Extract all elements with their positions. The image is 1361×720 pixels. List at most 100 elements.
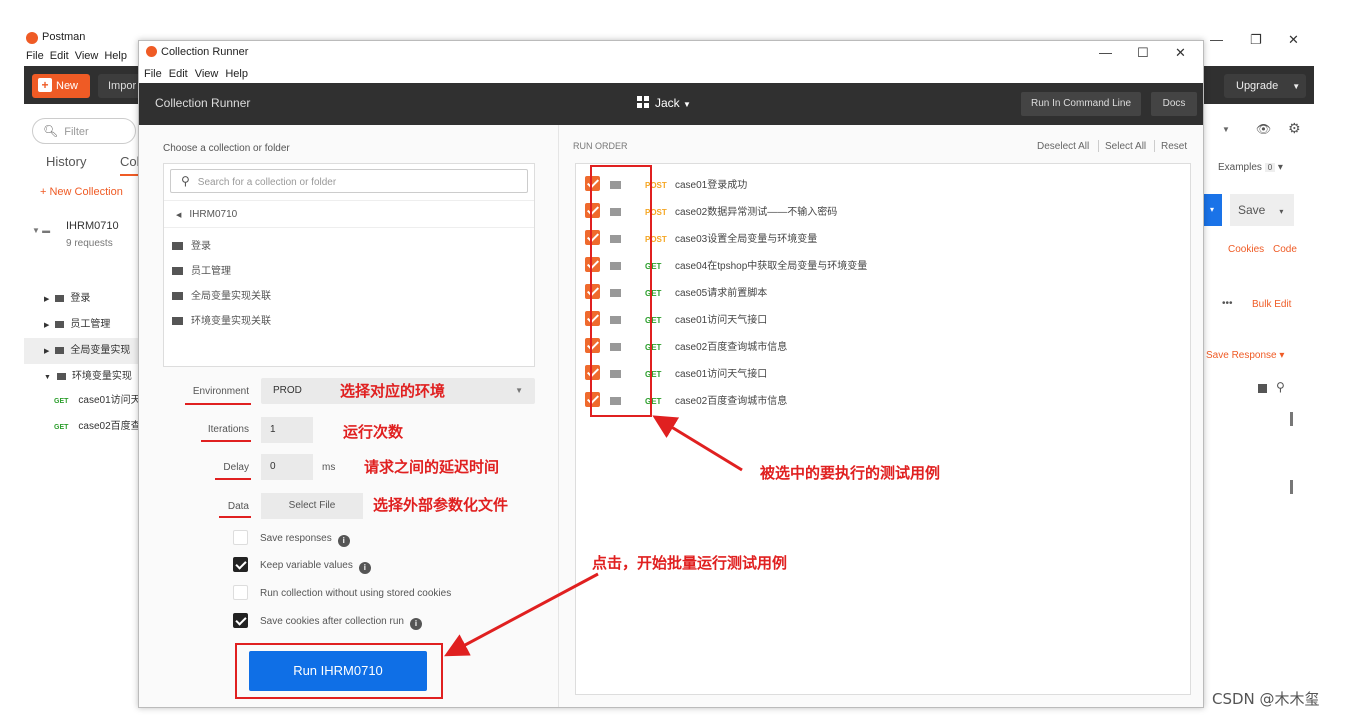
picker-folder-item[interactable]: 环境变量实现关联 xyxy=(172,312,271,327)
runner-menu-bar: File Edit View Help xyxy=(144,68,255,80)
picker-folder-item[interactable]: 员工管理 xyxy=(172,262,231,277)
collection-search-input[interactable]: ⚲ Search for a collection or folder xyxy=(170,169,528,193)
tab-collections[interactable]: Col xyxy=(120,154,140,169)
sidebar-request-row[interactable]: GET case02百度查 xyxy=(24,414,142,440)
select-all-button[interactable]: Select All xyxy=(1105,141,1146,152)
minimize-icon[interactable]: — xyxy=(1210,32,1223,47)
save-label: Save xyxy=(1238,203,1266,217)
collapse-icon[interactable]: ▼ ▬ xyxy=(32,226,50,235)
method-badge: GET xyxy=(54,424,69,431)
menu-help[interactable]: Help xyxy=(104,50,127,62)
watermark: CSDN @木木玺 xyxy=(1212,690,1320,708)
sidebar-request-row[interactable]: GET case01访问天 xyxy=(24,388,142,414)
search-icon: 🔍︎ xyxy=(43,124,59,138)
sidebar-folder-row[interactable]: ▼ 环境变量实现 xyxy=(24,364,142,390)
environment-label: Environment xyxy=(192,386,249,397)
sidebar-folder-row[interactable]: ▶ 员工管理 xyxy=(24,312,142,338)
iterations-label: Iterations xyxy=(207,424,249,435)
copy-icon[interactable] xyxy=(1258,384,1267,393)
more-icon[interactable]: ••• xyxy=(1222,298,1233,309)
divider xyxy=(1098,140,1099,152)
runner-window-title: Collection Runner xyxy=(161,46,249,58)
close-icon[interactable]: ✕ xyxy=(1288,32,1299,48)
annotation-environment: 选择对应的环境 xyxy=(340,382,446,400)
close-icon[interactable]: ✕ xyxy=(1175,45,1186,61)
select-file-button[interactable]: Select File xyxy=(261,493,363,519)
keep-variable-values-checkbox[interactable] xyxy=(233,557,248,572)
minimize-icon[interactable]: — xyxy=(1099,45,1112,60)
breadcrumb-label: IHRM0710 xyxy=(189,209,238,220)
info-icon[interactable]: i xyxy=(337,535,350,547)
sidebar-folder-row[interactable]: ▶ 全局变量实现 xyxy=(24,338,142,364)
chevron-down-icon: ▼ xyxy=(515,386,523,395)
filter-input[interactable]: 🔍︎ Filter xyxy=(32,118,136,144)
folder-label: 全局变量实现关联 xyxy=(191,291,271,302)
save-cookies-checkbox[interactable] xyxy=(233,613,248,628)
picker-folder-item[interactable]: 全局变量实现关联 xyxy=(172,287,271,302)
bulk-edit-link[interactable]: Bulk Edit xyxy=(1252,299,1291,310)
eye-icon[interactable]: 👁︎ xyxy=(1256,122,1271,136)
delay-input[interactable]: 0 xyxy=(261,454,313,480)
run-in-command-line-button[interactable]: Run In Command Line xyxy=(1021,92,1141,116)
annotation-run: 点击，开始批量运行测试用例 xyxy=(592,554,788,572)
new-collection-button[interactable]: + New Collection xyxy=(40,186,123,198)
no-stored-cookies-option[interactable]: Run collection without using stored cook… xyxy=(233,585,451,601)
menu-file[interactable]: File xyxy=(144,68,162,80)
iterations-input[interactable]: 1 xyxy=(261,417,313,443)
menu-edit[interactable]: Edit xyxy=(169,68,188,80)
picker-folder-item[interactable]: 登录 xyxy=(172,237,211,252)
menu-help[interactable]: Help xyxy=(225,68,248,80)
delay-label: Delay xyxy=(223,462,249,473)
info-icon[interactable]: i xyxy=(358,562,371,574)
maximize-icon[interactable]: ☐ xyxy=(1137,45,1149,61)
folder-icon xyxy=(55,346,65,354)
menu-view[interactable]: View xyxy=(75,50,99,62)
folder-icon xyxy=(172,317,183,325)
menu-edit[interactable]: Edit xyxy=(50,50,69,62)
environment-value: PROD xyxy=(273,385,302,396)
cookies-link[interactable]: Cookies xyxy=(1228,244,1264,255)
reset-button[interactable]: Reset xyxy=(1161,141,1187,152)
picker-breadcrumb[interactable]: ◀ IHRM0710 xyxy=(164,200,534,228)
new-button[interactable]: + New xyxy=(32,74,90,98)
request-name: case02数据异常测试——不输入密码 xyxy=(675,207,838,218)
folder-label: 登录 xyxy=(70,293,91,304)
save-responses-option[interactable]: Save responses i xyxy=(233,530,350,547)
search-icon[interactable]: ⚲ xyxy=(1276,380,1285,394)
chevron-left-icon: ◀ xyxy=(176,212,182,219)
save-response-button[interactable]: Save Response ▾ xyxy=(1206,350,1284,361)
runner-header: Collection Runner Jack ▼ Run In Command … xyxy=(139,83,1203,125)
tab-history[interactable]: History xyxy=(46,154,86,169)
dropdown-caret-icon[interactable]: ▼ xyxy=(1222,125,1230,134)
run-collection-button[interactable]: Run IHRM0710 xyxy=(249,651,427,691)
no-stored-cookies-checkbox[interactable] xyxy=(233,585,248,600)
scrollbar[interactable] xyxy=(1290,480,1293,494)
examples-dropdown[interactable]: Examples 0 ▾ xyxy=(1218,162,1283,173)
chevron-down-icon: ▼ xyxy=(44,374,51,381)
docs-button[interactable]: Docs xyxy=(1151,92,1197,116)
annotation-underline xyxy=(219,516,251,518)
info-icon[interactable]: i xyxy=(409,618,422,630)
upgrade-button[interactable]: Upgrade ▼ xyxy=(1224,74,1306,98)
sidebar-folder-row[interactable]: ▶ 登录 xyxy=(24,286,142,312)
menu-file[interactable]: File xyxy=(26,50,44,62)
divider xyxy=(1154,140,1155,152)
code-link[interactable]: Code xyxy=(1273,244,1297,255)
menu-view[interactable]: View xyxy=(195,68,219,80)
keep-variable-values-option[interactable]: Keep variable values i xyxy=(233,557,371,574)
scrollbar[interactable] xyxy=(1290,412,1293,426)
workspace-switcher[interactable]: Jack ▼ xyxy=(637,96,691,110)
send-dropdown-button[interactable]: ▾ xyxy=(1202,194,1222,226)
annotation-underline xyxy=(201,440,251,442)
save-responses-checkbox[interactable] xyxy=(233,530,248,545)
gear-icon[interactable]: ⚙ xyxy=(1288,120,1301,137)
collection-name[interactable]: IHRM0710 xyxy=(66,220,119,232)
deselect-all-button[interactable]: Deselect All xyxy=(1037,141,1089,152)
save-cookies-option[interactable]: Save cookies after collection run i xyxy=(233,613,422,630)
folder-icon xyxy=(172,292,183,300)
save-button[interactable]: Save ▾ xyxy=(1230,194,1294,226)
chevron-right-icon: ▶ xyxy=(44,322,50,329)
folder-icon xyxy=(55,294,65,302)
restore-icon[interactable]: ❐ xyxy=(1250,32,1262,48)
filter-placeholder: Filter xyxy=(64,126,89,138)
